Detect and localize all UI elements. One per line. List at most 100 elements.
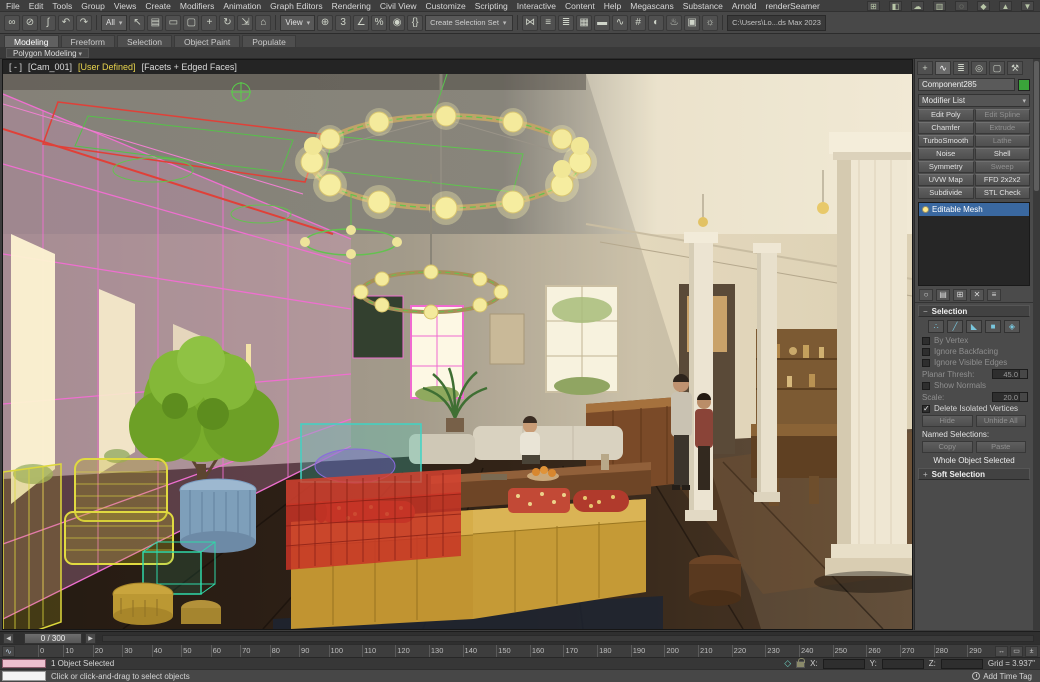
rectangular-selection-icon[interactable]: ▭ [165,15,181,31]
timeline-pan-icon[interactable]: ↔ [995,646,1008,657]
select-and-rotate-icon[interactable]: ↻ [219,15,235,31]
pin-stack-icon[interactable]: ○ [919,289,933,301]
next-frame-button[interactable]: ▶ [85,633,96,644]
add-time-tag[interactable]: Add Time Tag [972,672,1032,681]
menu-item[interactable]: Content [565,1,595,11]
modify-tab-icon[interactable]: ∿ [935,61,951,75]
named-selection-set-combo[interactable]: Create Selection Set [425,15,513,31]
absolute-offset-mode-icon[interactable]: ◇ [784,658,791,669]
menu-item[interactable]: Tools [52,1,72,11]
show-end-result-icon[interactable]: ▤ [936,289,950,301]
menu-item[interactable]: Rendering [332,1,371,11]
selection-filter-dropdown[interactable]: All [101,15,127,31]
polygon-subobject-icon[interactable]: ■ [985,320,1001,333]
soft-selection-rollout-header[interactable]: + Soft Selection [918,468,1030,480]
y-coordinate-field[interactable] [882,659,924,669]
ribbon-tab-selection[interactable]: Selection [117,35,172,47]
modifier-button-stl-check[interactable]: STL Check [975,187,1031,199]
utilities-tab-icon[interactable]: ⚒ [1007,61,1023,75]
open-mini-curve-editor-button[interactable]: ∿ [2,646,15,657]
menu-item[interactable]: Create [145,1,171,11]
remove-modifier-icon[interactable]: ✕ [970,289,984,301]
viewport-general-menu[interactable]: [ - ] [9,62,22,72]
rendered-frame-icon[interactable]: ▣ [684,15,700,31]
menu-item[interactable]: Civil View [380,1,417,11]
menu-item[interactable]: Customize [426,1,466,11]
element-subobject-icon[interactable]: ◈ [1004,320,1020,333]
checkbox-box[interactable] [922,405,930,413]
paste-button[interactable]: Paste [976,441,1027,453]
menu-item[interactable]: Megascans [630,1,673,11]
maxscript-mini-listener[interactable] [2,671,46,681]
track-bar[interactable]: ∿ 01020304050607080901001101201301401501… [0,644,1040,657]
modifier-button-chamfer[interactable]: Chamfer [918,122,974,134]
configure-modifier-sets-icon[interactable]: ≡ [987,289,1001,301]
ribbon-toggle-icon[interactable]: ▬ [594,15,610,31]
viewport-shading-menu[interactable]: [Facets + Edged Faces] [142,62,237,72]
modifier-button-edit-poly[interactable]: Edit Poly [918,109,974,121]
curve-editor-icon[interactable]: ∿ [612,15,628,31]
display-tab-icon[interactable]: ▢ [989,61,1005,75]
ribbon-tab-populate[interactable]: Populate [242,35,296,47]
polygon-modeling-panel-button[interactable]: Polygon Modeling [6,48,89,58]
time-slider-track[interactable] [102,635,1034,642]
undo-icon[interactable]: ↶ [58,15,74,31]
select-by-name-icon[interactable]: ▤ [147,15,163,31]
viewport-canvas[interactable] [3,74,912,629]
menu-item[interactable]: Help [604,1,621,11]
menu-item[interactable]: Graph Editors [270,1,322,11]
maxscript-macro-recorder[interactable] [2,659,46,668]
panel-scrollbar[interactable] [1033,59,1040,630]
viewport-camera-menu[interactable]: [Cam_001] [28,62,72,72]
material-editor-icon[interactable]: ◐ [648,15,664,31]
ribbon-tab-modeling[interactable]: Modeling [4,35,59,47]
checkbox-box[interactable] [922,359,930,367]
mirror-icon[interactable]: ⋈ [522,15,538,31]
use-pivot-center-icon[interactable]: ⊕ [317,15,333,31]
checkbox-box[interactable] [922,337,930,345]
select-and-move-icon[interactable]: + [201,15,217,31]
modifier-button-extrude[interactable]: Extrude [975,122,1031,134]
menu-item[interactable]: Scripting [475,1,508,11]
motion-tab-icon[interactable]: ◎ [971,61,987,75]
stack-item-editable-mesh[interactable]: Editable Mesh [919,203,1029,216]
unhide-all-button[interactable]: Unhide All [976,415,1027,427]
modifier-button-edit-spline[interactable]: Edit Spline [975,109,1031,121]
select-object-icon[interactable]: ↖ [129,15,145,31]
checkbox-ignore-visible-edges[interactable]: Ignore Visible Edges [915,356,1033,367]
checkbox-box[interactable] [922,382,930,390]
select-and-place-icon[interactable]: ⌂ [255,15,271,31]
reference-coordinate-dropdown[interactable]: View [280,15,315,31]
modifier-button-turbosmooth[interactable]: TurboSmooth [918,135,974,147]
selection-lock-icon[interactable] [796,661,805,668]
unlink-selection-icon[interactable]: ⊘ [22,15,38,31]
ribbon-tab-object-paint[interactable]: Object Paint [174,35,240,47]
menu-item[interactable]: Arnold [732,1,757,11]
redo-icon[interactable]: ↷ [76,15,92,31]
schematic-view-icon[interactable]: # [630,15,646,31]
menu-item[interactable]: Views [114,1,137,11]
checkbox-delete-isolated-vertices[interactable]: Delete Isolated Vertices [915,402,1033,413]
previous-frame-button[interactable]: ◀ [3,633,14,644]
modifier-button-shell[interactable]: Shell [975,148,1031,160]
spinner-snap-icon[interactable]: ◉ [389,15,405,31]
align-icon[interactable]: ≡ [540,15,556,31]
checkbox-box[interactable] [922,348,930,356]
time-slider-handle[interactable]: 0 / 300 [24,633,82,644]
edge-subobject-icon[interactable]: ╱ [947,320,963,333]
make-unique-icon[interactable]: ⊞ [953,289,967,301]
menu-item[interactable]: File [6,1,20,11]
create-tab-icon[interactable]: + [917,61,933,75]
angle-snap-icon[interactable]: ∠ [353,15,369,31]
object-name-field[interactable]: Component285 [918,78,1015,91]
menu-item[interactable]: Group [81,1,105,11]
checkbox-ignore-backfacing[interactable]: Ignore Backfacing [915,345,1033,356]
snaps-toggle-3d-icon[interactable]: 3 [335,15,351,31]
selection-rollout-header[interactable]: − Selection [918,305,1030,317]
planar-thresh-field[interactable]: 45.0 [992,369,1028,379]
checkbox-by-vertex[interactable]: By Vertex [915,334,1033,345]
vertex-subobject-icon[interactable]: ∴ [928,320,944,333]
ribbon-tab-freeform[interactable]: Freeform [61,35,115,47]
modifier-button-lathe[interactable]: Lathe [975,135,1031,147]
hierarchy-tab-icon[interactable]: ≣ [953,61,969,75]
